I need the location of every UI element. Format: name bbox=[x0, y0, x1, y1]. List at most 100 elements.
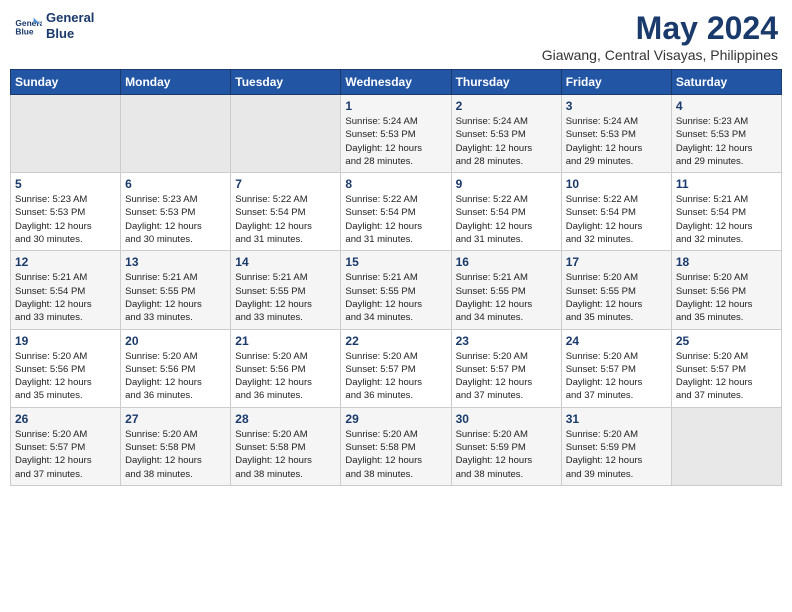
day-number: 23 bbox=[456, 334, 557, 348]
day-info: Sunrise: 5:20 AM Sunset: 5:59 PM Dayligh… bbox=[456, 428, 557, 481]
weekday-header-monday: Monday bbox=[121, 70, 231, 95]
day-number: 13 bbox=[125, 255, 226, 269]
day-cell: 30Sunrise: 5:20 AM Sunset: 5:59 PM Dayli… bbox=[451, 407, 561, 485]
day-number: 21 bbox=[235, 334, 336, 348]
week-row-3: 12 Sunrise: 5:21 AM Sunset: 5:54 PM Dayli… bbox=[11, 251, 782, 329]
day-cell: 5 Sunrise: 5:23 AM Sunset: 5:53 PM Daylig… bbox=[11, 173, 121, 251]
day-cell: 3 Sunrise: 5:24 AM Sunset: 5:53 PM Daylig… bbox=[561, 95, 671, 173]
day-info: Sunrise: 5:21 AM Sunset: 5:55 PM Dayligh… bbox=[125, 271, 226, 324]
day-number: 10 bbox=[566, 177, 667, 191]
day-info: Sunrise: 5:20 AM Sunset: 5:56 PM Dayligh… bbox=[235, 350, 336, 403]
title-block: May 2024 Giawang, Central Visayas, Phili… bbox=[542, 10, 778, 63]
day-cell: 1Sunrise: 5:24 AM Sunset: 5:53 PM Daylig… bbox=[341, 95, 451, 173]
day-info: Sunrise: 5:20 AM Sunset: 5:58 PM Dayligh… bbox=[235, 428, 336, 481]
day-cell bbox=[671, 407, 781, 485]
day-cell: 16 Sunrise: 5:21 AM Sunset: 5:55 PM Dayli… bbox=[451, 251, 561, 329]
day-info: Sunrise: 5:24 AM Sunset: 5:53 PM Dayligh… bbox=[456, 115, 557, 168]
day-cell: 6Sunrise: 5:23 AM Sunset: 5:53 PM Daylig… bbox=[121, 173, 231, 251]
weekday-header-tuesday: Tuesday bbox=[231, 70, 341, 95]
day-cell: 21 Sunrise: 5:20 AM Sunset: 5:56 PM Dayli… bbox=[231, 329, 341, 407]
day-info: Sunrise: 5:20 AM Sunset: 5:58 PM Dayligh… bbox=[345, 428, 446, 481]
day-number: 3 bbox=[566, 99, 667, 113]
day-info: Sunrise: 5:24 AM Sunset: 5:53 PM Dayligh… bbox=[345, 115, 446, 168]
weekday-header-wednesday: Wednesday bbox=[341, 70, 451, 95]
day-info: Sunrise: 5:23 AM Sunset: 5:53 PM Dayligh… bbox=[15, 193, 116, 246]
day-info: Sunrise: 5:21 AM Sunset: 5:55 PM Dayligh… bbox=[456, 271, 557, 324]
day-number: 12 bbox=[15, 255, 116, 269]
day-number: 22 bbox=[345, 334, 446, 348]
day-number: 9 bbox=[456, 177, 557, 191]
logo-line2: Blue bbox=[46, 26, 94, 42]
day-cell: 8Sunrise: 5:22 AM Sunset: 5:54 PM Daylig… bbox=[341, 173, 451, 251]
location-subtitle: Giawang, Central Visayas, Philippines bbox=[542, 47, 778, 63]
day-cell: 4Sunrise: 5:23 AM Sunset: 5:53 PM Daylig… bbox=[671, 95, 781, 173]
week-row-5: 26 Sunrise: 5:20 AM Sunset: 5:57 PM Dayli… bbox=[11, 407, 782, 485]
day-number: 18 bbox=[676, 255, 777, 269]
week-row-1: 1Sunrise: 5:24 AM Sunset: 5:53 PM Daylig… bbox=[11, 95, 782, 173]
day-info: Sunrise: 5:20 AM Sunset: 5:57 PM Dayligh… bbox=[345, 350, 446, 403]
day-number: 6 bbox=[125, 177, 226, 191]
weekday-header-saturday: Saturday bbox=[671, 70, 781, 95]
day-number: 17 bbox=[566, 255, 667, 269]
day-info: Sunrise: 5:20 AM Sunset: 5:56 PM Dayligh… bbox=[125, 350, 226, 403]
day-info: Sunrise: 5:21 AM Sunset: 5:55 PM Dayligh… bbox=[235, 271, 336, 324]
day-cell: 2 Sunrise: 5:24 AM Sunset: 5:53 PM Daylig… bbox=[451, 95, 561, 173]
day-number: 31 bbox=[566, 412, 667, 426]
day-cell: 17 Sunrise: 5:20 AM Sunset: 5:55 PM Dayli… bbox=[561, 251, 671, 329]
day-number: 2 bbox=[456, 99, 557, 113]
day-info: Sunrise: 5:20 AM Sunset: 5:56 PM Dayligh… bbox=[15, 350, 116, 403]
day-cell: 22 Sunrise: 5:20 AM Sunset: 5:57 PM Dayli… bbox=[341, 329, 451, 407]
day-cell: 15Sunrise: 5:21 AM Sunset: 5:55 PM Dayli… bbox=[341, 251, 451, 329]
day-info: Sunrise: 5:21 AM Sunset: 5:55 PM Dayligh… bbox=[345, 271, 446, 324]
day-cell: 25 Sunrise: 5:20 AM Sunset: 5:57 PM Dayli… bbox=[671, 329, 781, 407]
day-number: 7 bbox=[235, 177, 336, 191]
day-cell: 26 Sunrise: 5:20 AM Sunset: 5:57 PM Dayli… bbox=[11, 407, 121, 485]
page-header: General Blue General Blue May 2024 Giawa… bbox=[10, 10, 782, 63]
day-info: Sunrise: 5:20 AM Sunset: 5:57 PM Dayligh… bbox=[676, 350, 777, 403]
day-info: Sunrise: 5:20 AM Sunset: 5:57 PM Dayligh… bbox=[15, 428, 116, 481]
calendar-table: SundayMondayTuesdayWednesdayThursdayFrid… bbox=[10, 69, 782, 486]
day-info: Sunrise: 5:22 AM Sunset: 5:54 PM Dayligh… bbox=[456, 193, 557, 246]
day-info: Sunrise: 5:24 AM Sunset: 5:53 PM Dayligh… bbox=[566, 115, 667, 168]
day-cell: 19 Sunrise: 5:20 AM Sunset: 5:56 PM Dayli… bbox=[11, 329, 121, 407]
day-cell: 9 Sunrise: 5:22 AM Sunset: 5:54 PM Daylig… bbox=[451, 173, 561, 251]
day-cell: 10Sunrise: 5:22 AM Sunset: 5:54 PM Dayli… bbox=[561, 173, 671, 251]
day-cell bbox=[11, 95, 121, 173]
day-cell: 29Sunrise: 5:20 AM Sunset: 5:58 PM Dayli… bbox=[341, 407, 451, 485]
weekday-header-row: SundayMondayTuesdayWednesdayThursdayFrid… bbox=[11, 70, 782, 95]
day-cell: 12 Sunrise: 5:21 AM Sunset: 5:54 PM Dayli… bbox=[11, 251, 121, 329]
day-number: 8 bbox=[345, 177, 446, 191]
logo-line1: General bbox=[46, 10, 94, 26]
day-cell bbox=[231, 95, 341, 173]
day-cell: 24Sunrise: 5:20 AM Sunset: 5:57 PM Dayli… bbox=[561, 329, 671, 407]
day-number: 5 bbox=[15, 177, 116, 191]
day-cell: 20 Sunrise: 5:20 AM Sunset: 5:56 PM Dayli… bbox=[121, 329, 231, 407]
day-cell: 14 Sunrise: 5:21 AM Sunset: 5:55 PM Dayli… bbox=[231, 251, 341, 329]
day-info: Sunrise: 5:23 AM Sunset: 5:53 PM Dayligh… bbox=[676, 115, 777, 168]
day-number: 26 bbox=[15, 412, 116, 426]
day-info: Sunrise: 5:20 AM Sunset: 5:57 PM Dayligh… bbox=[566, 350, 667, 403]
day-number: 16 bbox=[456, 255, 557, 269]
day-number: 11 bbox=[676, 177, 777, 191]
logo-icon: General Blue bbox=[14, 12, 42, 40]
weekday-header-thursday: Thursday bbox=[451, 70, 561, 95]
logo-text: General Blue bbox=[46, 10, 94, 41]
day-info: Sunrise: 5:21 AM Sunset: 5:54 PM Dayligh… bbox=[15, 271, 116, 324]
month-title: May 2024 bbox=[542, 10, 778, 47]
weekday-header-friday: Friday bbox=[561, 70, 671, 95]
day-number: 25 bbox=[676, 334, 777, 348]
day-info: Sunrise: 5:20 AM Sunset: 5:58 PM Dayligh… bbox=[125, 428, 226, 481]
day-number: 19 bbox=[15, 334, 116, 348]
day-cell: 18Sunrise: 5:20 AM Sunset: 5:56 PM Dayli… bbox=[671, 251, 781, 329]
day-info: Sunrise: 5:20 AM Sunset: 5:55 PM Dayligh… bbox=[566, 271, 667, 324]
week-row-4: 19 Sunrise: 5:20 AM Sunset: 5:56 PM Dayli… bbox=[11, 329, 782, 407]
day-cell bbox=[121, 95, 231, 173]
week-row-2: 5 Sunrise: 5:23 AM Sunset: 5:53 PM Daylig… bbox=[11, 173, 782, 251]
day-cell: 13 Sunrise: 5:21 AM Sunset: 5:55 PM Dayli… bbox=[121, 251, 231, 329]
day-number: 14 bbox=[235, 255, 336, 269]
day-number: 28 bbox=[235, 412, 336, 426]
svg-text:Blue: Blue bbox=[15, 26, 33, 36]
weekday-header-sunday: Sunday bbox=[11, 70, 121, 95]
day-number: 20 bbox=[125, 334, 226, 348]
day-cell: 28 Sunrise: 5:20 AM Sunset: 5:58 PM Dayli… bbox=[231, 407, 341, 485]
